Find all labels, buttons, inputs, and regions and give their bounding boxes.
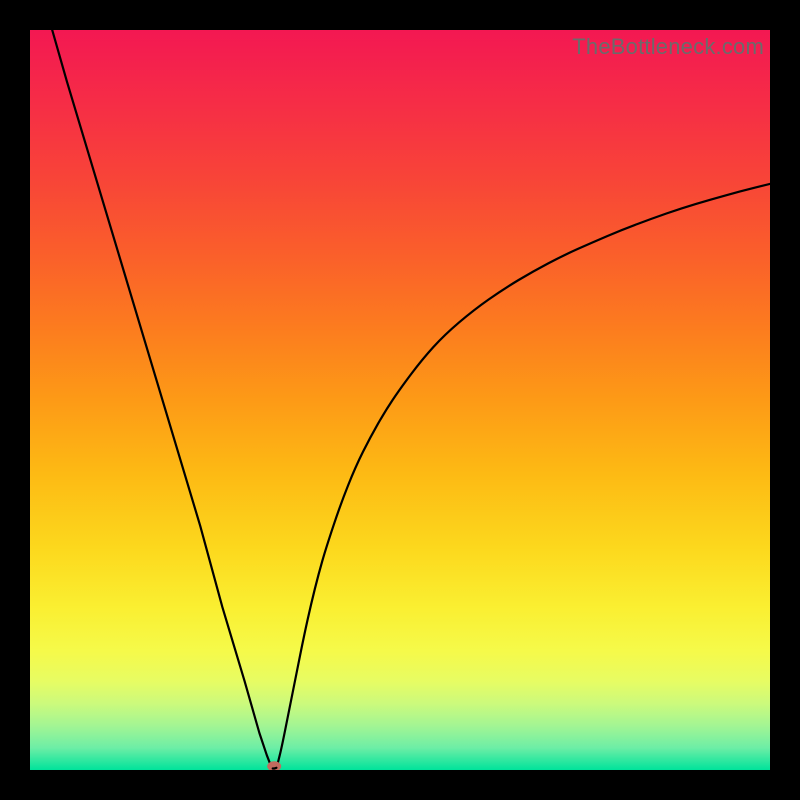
chart-svg <box>30 30 770 770</box>
chart-frame: TheBottleneck.com <box>0 0 800 800</box>
watermark-text: TheBottleneck.com <box>572 34 764 60</box>
gradient-background <box>30 30 770 770</box>
plot-area: TheBottleneck.com <box>30 30 770 770</box>
curve-min-flat <box>273 768 277 769</box>
